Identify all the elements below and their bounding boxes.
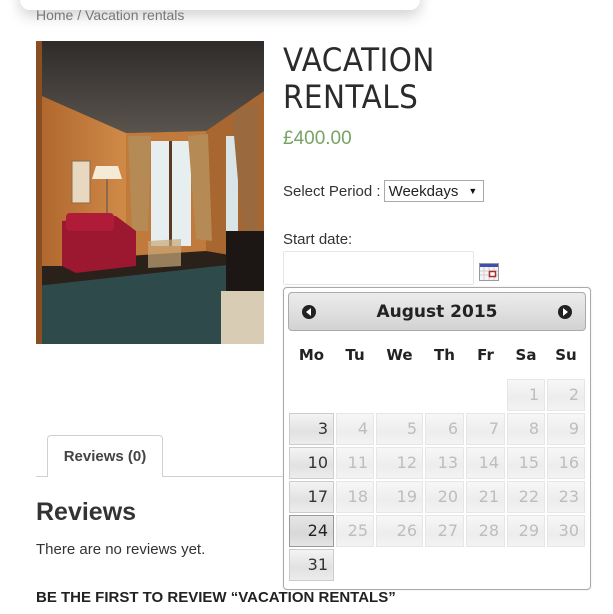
calendar-day-disabled: 4 (336, 413, 374, 445)
next-month-icon[interactable] (558, 305, 572, 319)
calendar-day-disabled: 23 (547, 481, 585, 513)
calendar-day-disabled: 30 (547, 515, 585, 547)
weekday-header: Sa (515, 346, 537, 364)
tab-reviews[interactable]: Reviews (0) (47, 435, 163, 477)
calendar-day[interactable]: 10 (289, 447, 334, 479)
calendar-day-disabled: 21 (466, 481, 505, 513)
datepicker-month-title: August 2015 (376, 302, 498, 322)
calendar-day-disabled: 7 (466, 413, 505, 445)
weekday-header: Su (555, 346, 577, 364)
calendar-day-disabled: 26 (376, 515, 423, 547)
breadcrumb-current: Vacation rentals (85, 7, 185, 23)
hotel-room-photo (36, 41, 264, 344)
product-title-line1: VACATION (283, 41, 435, 79)
calendar-day-disabled: 9 (547, 413, 585, 445)
calendar-day-disabled: 5 (376, 413, 423, 445)
period-row: Select Period : Weekdays ▼ (283, 180, 485, 202)
calendar-day-disabled: 22 (507, 481, 545, 513)
calendar-day[interactable]: 3 (289, 413, 334, 445)
calendar-icon[interactable] (479, 263, 499, 281)
calendar-day-disabled: 8 (507, 413, 545, 445)
weekday-header: Mo (298, 346, 325, 364)
breadcrumb-separator: / (73, 7, 86, 23)
start-date-input[interactable] (283, 251, 474, 285)
calendar-day-disabled: 11 (336, 447, 374, 479)
datepicker-header: August 2015 (288, 292, 586, 331)
calendar-day-disabled: 13 (425, 447, 464, 479)
calendar-day-disabled: 14 (466, 447, 505, 479)
calendar-day-disabled: 12 (376, 447, 423, 479)
start-date-label: Start date: (283, 231, 353, 248)
product-title-line2: RENTALS (283, 78, 419, 116)
calendar-day-disabled: 2 (547, 379, 585, 411)
period-label: Select Period : (283, 182, 381, 200)
calendar-day[interactable]: 24 (289, 515, 334, 547)
calendar-day-disabled: 18 (336, 481, 374, 513)
weekday-header: Fr (477, 346, 494, 364)
calendar-day-disabled: 29 (507, 515, 545, 547)
weekday-header: We (386, 346, 413, 364)
period-select[interactable]: Weekdays ▼ (383, 180, 485, 202)
calendar-day-disabled: 6 (425, 413, 464, 445)
no-reviews-text: There are no reviews yet. (36, 541, 206, 558)
breadcrumb: Home / Vacation rentals (36, 7, 184, 23)
calendar-day-disabled: 16 (547, 447, 585, 479)
calendar-day-disabled: 19 (376, 481, 423, 513)
calendar-day-disabled: 27 (425, 515, 464, 547)
product-price: £400.00 (283, 128, 352, 149)
product-title: VACATION RENTALS (283, 42, 435, 116)
dropdown-arrow-icon: ▼ (468, 186, 478, 196)
product-image[interactable] (36, 41, 264, 344)
calendar-day-disabled: 20 (425, 481, 464, 513)
review-prompt: BE THE FIRST TO REVIEW “VACATION RENTALS… (36, 589, 396, 606)
calendar-day-disabled: 28 (466, 515, 505, 547)
calendar-day-disabled: 1 (507, 379, 545, 411)
breadcrumb-home-link[interactable]: Home (36, 7, 73, 23)
calendar-day[interactable]: 31 (289, 549, 334, 581)
reviews-heading: Reviews (36, 498, 137, 526)
period-selected-value: Weekdays (388, 182, 459, 200)
weekday-header: Th (434, 346, 455, 364)
weekday-header: Tu (345, 346, 365, 364)
calendar-day[interactable]: 17 (289, 481, 334, 513)
calendar-day-disabled: 15 (507, 447, 545, 479)
datepicker: August 2015 Mo Tu We Th Fr Sa Su 1 2 3 4 5 6 7 8 9 10 11 1… (283, 287, 591, 590)
calendar-day-disabled: 25 (336, 515, 374, 547)
calendar-icon-graphic (479, 263, 499, 281)
